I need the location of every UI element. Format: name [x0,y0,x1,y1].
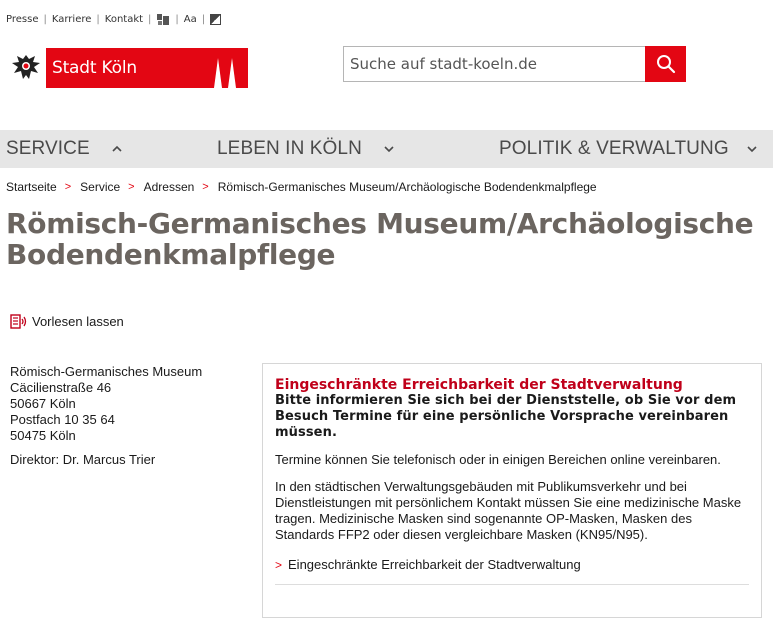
chevron-down-icon [747,146,757,153]
separator: | [96,14,100,25]
address-line: Römisch-Germanisches Museum [10,364,203,379]
search-input[interactable] [343,46,645,82]
notice-heading: Eingeschränkte Erreichbarkeit der Stadtv… [275,377,683,393]
notice-box: Eingeschränkte Erreichbarkeit der Stadtv… [262,363,762,618]
chevron-right-icon: > [202,181,209,193]
sign-language-icon[interactable] [156,13,170,26]
contrast-icon[interactable] [210,14,222,25]
breadcrumb-service[interactable]: Service [80,180,120,194]
director: Direktor: Dr. Marcus Trier [10,452,156,467]
address-block: Römisch-Germanisches Museum Cäcilienstra… [10,364,202,468]
main-nav-politik-verwaltung[interactable]: Politik & Verwaltung [499,138,757,160]
notice-link-label: Eingeschränkte Erreichbarkeit der Stadtv… [288,557,581,572]
read-aloud-button[interactable]: Vorlesen lassen [10,314,124,329]
meta-link-kontakt[interactable]: Kontakt [105,14,143,25]
read-aloud-label: Vorlesen lassen [32,314,124,329]
main-nav-service[interactable]: Service [6,138,122,160]
breadcrumb-startseite[interactable]: Startseite [6,180,57,194]
separator: | [43,14,47,25]
meta-nav: Presse | Karriere | Kontakt | | Aa | [6,13,222,26]
notice-paragraph: In den städtischen Verwaltungsgebäuden m… [275,479,742,542]
main-nav-label: Politik & Verwaltung [499,138,729,159]
separator: | [175,14,179,25]
address-line: 50667 Köln [10,396,76,411]
stadt-koeln-logo[interactable]: Stadt Köln [6,48,248,88]
divider [275,584,749,585]
breadcrumb-adressen[interactable]: Adressen [144,180,195,194]
address-line: 50475 Köln [10,428,76,443]
breadcrumb: Startseite > Service > Adressen > Römisc… [6,180,597,194]
notice-link[interactable]: > Eingeschränkte Erreichbarkeit der Stad… [275,557,749,572]
breadcrumb-current: Römisch-Germanisches Museum/Archäologisc… [217,180,597,194]
address-line: Postfach 10 35 64 [10,412,115,427]
main-nav: Service Leben in Köln Politik & Verwaltu… [0,130,773,168]
meta-link-karriere[interactable]: Karriere [52,14,92,25]
notice-bold-text: Bitte informieren Sie sich bei der Diens… [275,393,737,440]
chevron-right-icon: > [128,181,135,193]
main-nav-leben-in-koeln[interactable]: Leben in Köln [217,138,394,160]
eagle-crest-icon [6,48,46,88]
chevron-down-icon [384,146,394,153]
meta-link-presse[interactable]: Presse [6,14,38,25]
chevron-right-icon: > [275,557,283,572]
separator: | [201,14,206,25]
search-button[interactable] [645,46,686,82]
main-nav-label: Service [6,138,90,159]
search-bar [343,46,686,82]
chevron-right-icon: > [64,181,72,193]
notice-paragraph: Termine können Sie telefonisch oder in e… [275,452,721,467]
address-line: Cäcilienstraße 46 [10,380,112,395]
speaker-icon [10,314,27,329]
chevron-up-icon [112,145,122,152]
logo-text: Stadt Köln [52,58,137,78]
font-size-toggle[interactable]: Aa [184,14,197,25]
search-icon [656,55,675,74]
page-title: Römisch-Germanisches Museum/Archäologisc… [6,207,754,271]
cathedral-icon [214,58,236,88]
main-nav-label: Leben in Köln [217,138,362,159]
separator: | [148,14,152,25]
